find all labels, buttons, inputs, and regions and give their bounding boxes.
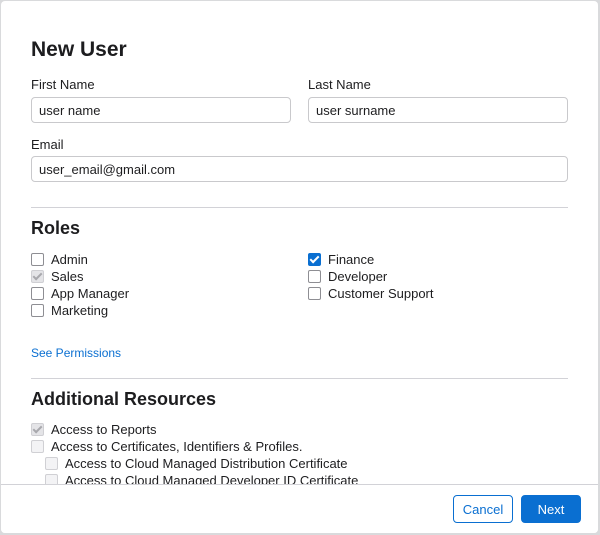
role-customer-support-checkbox[interactable] (308, 287, 321, 300)
resource-distribution-cert: Access to Cloud Managed Distribution Cer… (45, 456, 348, 471)
resource-distribution-cert-checkbox (45, 457, 58, 470)
role-marketing-checkbox[interactable] (31, 304, 44, 317)
role-app-manager[interactable]: App Manager (31, 286, 129, 301)
dialog-title: New User (31, 38, 127, 61)
resource-certificates-label: Access to Certificates, Identifiers & Pr… (51, 439, 303, 454)
see-permissions-link[interactable]: See Permissions (31, 346, 121, 360)
first-name-input[interactable] (31, 97, 291, 123)
cancel-button[interactable]: Cancel (453, 495, 513, 523)
email-input[interactable] (31, 156, 568, 182)
email-label: Email (31, 137, 64, 152)
role-sales-label: Sales (51, 269, 84, 284)
resource-certificates-checkbox (31, 440, 44, 453)
dialog-content: New User First Name Last Name Email Role… (1, 1, 598, 485)
divider (31, 378, 568, 379)
resource-reports-label: Access to Reports (51, 422, 157, 437)
role-admin-checkbox[interactable] (31, 253, 44, 266)
role-developer-checkbox[interactable] (308, 270, 321, 283)
resource-reports: Access to Reports (31, 422, 157, 437)
role-developer-label: Developer (328, 269, 388, 284)
role-sales-checkbox (31, 270, 44, 283)
role-admin-label: Admin (51, 252, 88, 267)
last-name-input[interactable] (308, 97, 568, 123)
role-finance-checkbox[interactable] (308, 253, 321, 266)
role-customer-support-label: Customer Support (328, 286, 434, 301)
first-name-label: First Name (31, 77, 95, 92)
roles-title: Roles (31, 218, 81, 238)
role-admin[interactable]: Admin (31, 252, 88, 267)
role-finance-label: Finance (328, 252, 375, 267)
last-name-label: Last Name (308, 77, 371, 92)
next-button[interactable]: Next (521, 495, 581, 523)
role-customer-support[interactable]: Customer Support (308, 286, 434, 301)
new-user-dialog: New User First Name Last Name Email Role… (1, 1, 598, 533)
role-developer[interactable]: Developer (308, 269, 387, 284)
additional-resources-title: Additional Resources (31, 389, 217, 409)
resource-reports-checkbox (31, 423, 44, 436)
dialog-footer: Cancel Next (1, 484, 598, 533)
resource-distribution-cert-label: Access to Cloud Managed Distribution Cer… (65, 456, 348, 471)
resource-certificates: Access to Certificates, Identifiers & Pr… (31, 439, 302, 454)
role-app-manager-label: App Manager (51, 286, 130, 301)
role-finance[interactable]: Finance (308, 252, 374, 267)
role-sales: Sales (31, 269, 84, 284)
divider (31, 207, 568, 208)
role-app-manager-checkbox[interactable] (31, 287, 44, 300)
role-marketing[interactable]: Marketing (31, 303, 108, 318)
role-marketing-label: Marketing (51, 303, 109, 318)
